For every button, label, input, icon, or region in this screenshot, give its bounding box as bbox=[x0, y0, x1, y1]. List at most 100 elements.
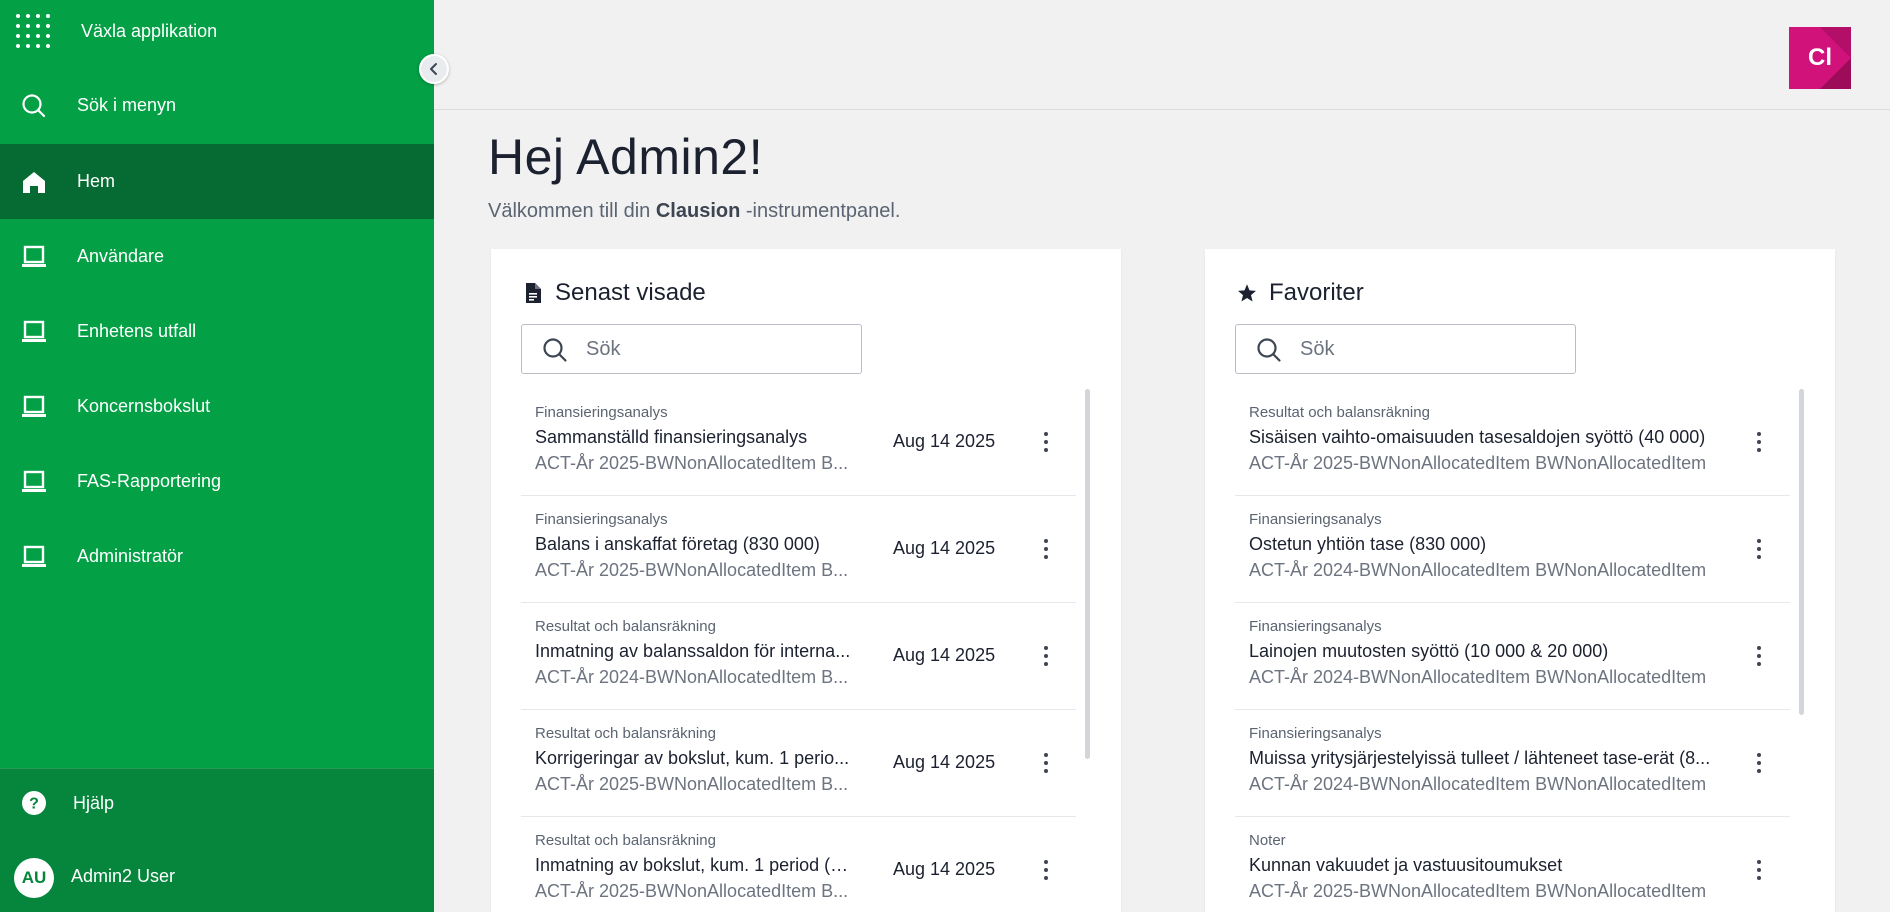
document-icon bbox=[521, 281, 545, 305]
item-date: Aug 14 2025 bbox=[893, 859, 996, 879]
list-item[interactable]: Resultat och balansräkning Inmatning av … bbox=[521, 817, 1076, 912]
sidebar-item-anvandare[interactable]: Användare bbox=[0, 219, 434, 294]
collapse-sidebar-button[interactable] bbox=[419, 54, 449, 84]
help-label: Hjälp bbox=[73, 792, 115, 813]
more-options-icon[interactable] bbox=[1747, 427, 1771, 457]
item-category: Resultat och balansräkning bbox=[535, 725, 716, 742]
list-item[interactable]: Finansieringsanalys Muissa yritysjärjest… bbox=[1235, 710, 1790, 817]
laptop-icon bbox=[20, 543, 48, 571]
item-subtitle: ACT-År 2024-BWNonAllocatedItem BWNonAllo… bbox=[1249, 774, 1707, 794]
sidebar-item-label: Koncernsbokslut bbox=[77, 396, 211, 416]
more-options-icon[interactable] bbox=[1747, 855, 1771, 885]
sidebar-item-administrator[interactable]: Administratör bbox=[0, 519, 434, 594]
top-bar bbox=[434, 0, 1890, 110]
item-subtitle: ACT-År 2024-BWNonAllocatedItem BWNonAllo… bbox=[1249, 667, 1707, 687]
star-icon bbox=[1235, 281, 1259, 305]
welcome-prefix: Välkommen till din bbox=[488, 200, 651, 222]
list-item[interactable]: Finansieringsanalys Sammanställd finansi… bbox=[521, 389, 1076, 496]
item-title: Lainojen muutosten syöttö (10 000 & 20 0… bbox=[1249, 641, 1609, 661]
favorites-search-input[interactable] bbox=[1300, 335, 1560, 363]
recent-scrollbar[interactable] bbox=[1085, 389, 1090, 759]
user-menu[interactable]: AU Admin2 User bbox=[0, 840, 434, 912]
recent-card-header: Senast visade bbox=[521, 279, 706, 307]
favorites-scrollbar[interactable] bbox=[1799, 389, 1804, 715]
search-menu-button[interactable]: Sök i menyn bbox=[0, 68, 434, 143]
item-title: Balans i anskaffat företag (830 000) bbox=[535, 534, 820, 554]
search-icon bbox=[1256, 337, 1282, 363]
svg-text:?: ? bbox=[29, 796, 39, 813]
search-menu-label: Sök i menyn bbox=[77, 95, 177, 115]
recent-search-input[interactable] bbox=[586, 335, 846, 363]
sidebar-item-hem[interactable]: Hem bbox=[0, 144, 434, 219]
list-item[interactable]: Resultat och balansräkning Korrigeringar… bbox=[521, 710, 1076, 817]
sidebar-item-label: Användare bbox=[77, 246, 165, 266]
laptop-icon bbox=[20, 243, 48, 271]
item-subtitle: ACT-År 2025-BWNonAllocatedItem B... bbox=[535, 881, 849, 901]
list-item[interactable]: Resultat och balansräkning Sisäisen vaih… bbox=[1235, 389, 1790, 496]
home-icon bbox=[20, 168, 48, 196]
item-title: Inmatning av bokslut, kum. 1 period (1..… bbox=[535, 855, 855, 875]
item-title: Muissa yritysjärjestelyissä tulleet / lä… bbox=[1249, 748, 1711, 768]
item-date: Aug 14 2025 bbox=[893, 645, 996, 665]
more-options-icon[interactable] bbox=[1747, 748, 1771, 778]
item-category: Finansieringsanalys bbox=[1249, 725, 1382, 742]
list-item[interactable]: Finansieringsanalys Balans i anskaffat f… bbox=[521, 496, 1076, 603]
more-options-icon[interactable] bbox=[1034, 427, 1058, 457]
welcome-brand: Clausion bbox=[655, 200, 741, 222]
laptop-icon bbox=[20, 393, 48, 421]
help-button[interactable]: ? Hjälp bbox=[0, 766, 434, 840]
more-options-icon[interactable] bbox=[1034, 748, 1058, 778]
more-options-icon[interactable] bbox=[1034, 855, 1058, 885]
item-subtitle: ACT-År 2025-BWNonAllocatedItem B... bbox=[535, 560, 849, 580]
recent-card-title: Senast visade bbox=[555, 279, 706, 306]
more-options-icon[interactable] bbox=[1034, 534, 1058, 564]
item-category: Resultat och balansräkning bbox=[535, 618, 716, 635]
sidebar-item-label: Hem bbox=[77, 171, 116, 191]
list-item[interactable]: Noter Kunnan vakuudet ja vastuusitoumuks… bbox=[1235, 817, 1790, 912]
item-category: Finansieringsanalys bbox=[1249, 511, 1382, 528]
sidebar-item-fas-rapportering[interactable]: FAS-Rapportering bbox=[0, 444, 434, 519]
recent-card: Senast visade Finansieringsanalys Samman… bbox=[491, 249, 1121, 912]
sidebar-item-koncernsbokslut[interactable]: Koncernsbokslut bbox=[0, 369, 434, 444]
item-subtitle: ACT-År 2025-BWNonAllocatedItem B... bbox=[535, 453, 849, 473]
user-name: Admin2 User bbox=[71, 865, 176, 886]
item-category: Finansieringsanalys bbox=[535, 511, 668, 528]
list-item[interactable]: Resultat och balansräkning Inmatning av … bbox=[521, 603, 1076, 710]
avatar: AU bbox=[14, 858, 54, 898]
search-icon bbox=[542, 337, 568, 363]
app-logo[interactable]: Cl bbox=[1789, 27, 1851, 89]
item-subtitle: ACT-År 2025-BWNonAllocatedItem BWNonAllo… bbox=[1249, 881, 1707, 901]
more-options-icon[interactable] bbox=[1747, 641, 1771, 671]
item-title: Korrigeringar av bokslut, kum. 1 perio..… bbox=[535, 748, 850, 768]
sidebar-item-label: FAS-Rapportering bbox=[77, 471, 222, 491]
sidebar: Växla applikation Sök i menyn Hem Använd… bbox=[0, 0, 434, 912]
item-title: Kunnan vakuudet ja vastuusitoumukset bbox=[1249, 855, 1563, 875]
item-date: Aug 14 2025 bbox=[893, 752, 996, 772]
item-category: Finansieringsanalys bbox=[1249, 618, 1382, 635]
app-logo-text: Cl bbox=[1808, 44, 1832, 71]
list-item[interactable]: Finansieringsanalys Lainojen muutosten s… bbox=[1235, 603, 1790, 710]
list-item[interactable]: Finansieringsanalys Ostetun yhtiön tase … bbox=[1235, 496, 1790, 603]
search-icon bbox=[20, 92, 48, 120]
welcome-text: Välkommen till din Clausion -instrumentp… bbox=[488, 200, 900, 223]
item-category: Noter bbox=[1249, 832, 1286, 849]
switch-app-button[interactable]: Växla applikation bbox=[0, 0, 434, 62]
laptop-icon bbox=[20, 318, 48, 346]
item-date: Aug 14 2025 bbox=[893, 431, 996, 451]
laptop-icon bbox=[20, 468, 48, 496]
sidebar-item-label: Enhetens utfall bbox=[77, 321, 197, 341]
welcome-suffix: -instrumentpanel. bbox=[745, 200, 901, 222]
more-options-icon[interactable] bbox=[1034, 641, 1058, 671]
favorites-search bbox=[1235, 324, 1576, 374]
item-category: Finansieringsanalys bbox=[535, 404, 668, 421]
item-date: Aug 14 2025 bbox=[893, 538, 996, 558]
page-title: Hej Admin2! bbox=[488, 129, 764, 185]
item-subtitle: ACT-År 2025-BWNonAllocatedItem BWNonAllo… bbox=[1249, 453, 1707, 473]
more-options-icon[interactable] bbox=[1747, 534, 1771, 564]
chevron-left-icon bbox=[430, 63, 437, 75]
favorites-card-title: Favoriter bbox=[1269, 279, 1364, 306]
sidebar-item-enhetens-utfall[interactable]: Enhetens utfall bbox=[0, 294, 434, 369]
help-icon: ? bbox=[20, 789, 48, 817]
item-subtitle: ACT-År 2024-BWNonAllocatedItem BWNonAllo… bbox=[1249, 560, 1707, 580]
switch-app-label: Växla applikation bbox=[81, 20, 218, 41]
